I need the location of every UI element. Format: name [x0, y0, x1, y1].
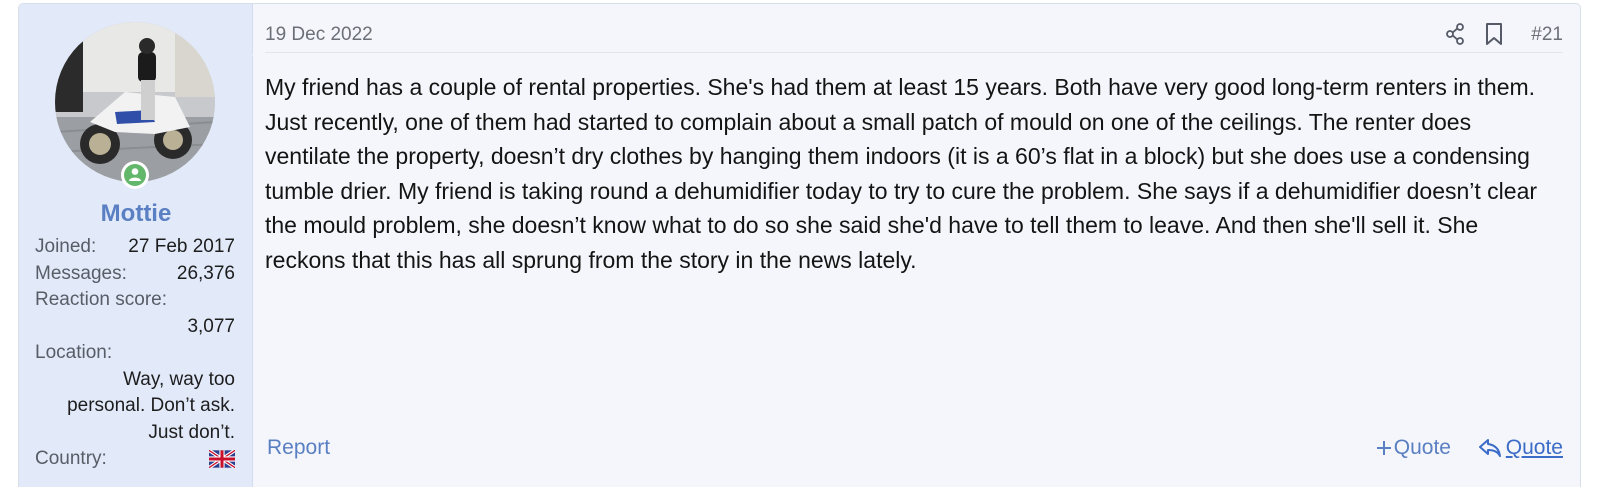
- location-row: Location:: [35, 340, 235, 367]
- messages-value: 26,376: [176, 262, 235, 284]
- messages-label: Messages:: [35, 262, 127, 284]
- username[interactable]: Mottie: [19, 200, 253, 228]
- post-header: 19 Dec 2022 #21: [265, 4, 1563, 53]
- forum-post: Mottie Joined: 27 Feb 2017 Messages: 26,…: [18, 3, 1581, 487]
- post-number[interactable]: #21: [1531, 24, 1563, 46]
- uk-flag-icon: [208, 449, 236, 470]
- reaction-value: 3,077: [187, 315, 235, 337]
- bookmark-icon[interactable]: [1485, 22, 1503, 51]
- multi-quote-button[interactable]: Quote: [1376, 436, 1451, 460]
- user-panel-arrow: [252, 44, 264, 66]
- joined-label: Joined:: [35, 236, 97, 258]
- country-row: Country:: [35, 446, 236, 473]
- user-stats: Joined: 27 Feb 2017 Messages: 26,376 Rea…: [35, 234, 236, 473]
- country-label: Country:: [35, 448, 107, 470]
- joined-row: Joined: 27 Feb 2017: [35, 234, 235, 261]
- quote-label: Quote: [1505, 436, 1563, 459]
- reaction-row: Reaction score:: [35, 287, 235, 314]
- post-footer: Report Quote Quote: [265, 436, 1563, 466]
- share-icon[interactable]: [1445, 23, 1465, 50]
- multi-quote-label: Quote: [1393, 436, 1451, 459]
- quote-button[interactable]: Quote: [1478, 436, 1563, 460]
- post-date[interactable]: 19 Dec 2022: [265, 24, 373, 46]
- message-cell: 19 Dec 2022 #21 My friend has a couple o…: [265, 4, 1580, 487]
- joined-value: 27 Feb 2017: [128, 236, 235, 258]
- online-status-icon: [121, 161, 149, 189]
- report-link[interactable]: Report: [267, 436, 330, 460]
- post-body: My friend has a couple of rental propert…: [265, 74, 1538, 273]
- reply-icon: [1478, 439, 1501, 457]
- messages-row: Messages: 26,376: [35, 261, 235, 288]
- avatar[interactable]: [55, 22, 215, 182]
- plus-icon: [1376, 441, 1391, 455]
- location-label: Location:: [35, 342, 113, 363]
- location-value: Way, way too personal. Don’t ask. Just d…: [67, 368, 235, 443]
- user-info-panel: Mottie Joined: 27 Feb 2017 Messages: 26,…: [19, 4, 253, 487]
- reaction-label: Reaction score:: [35, 289, 168, 310]
